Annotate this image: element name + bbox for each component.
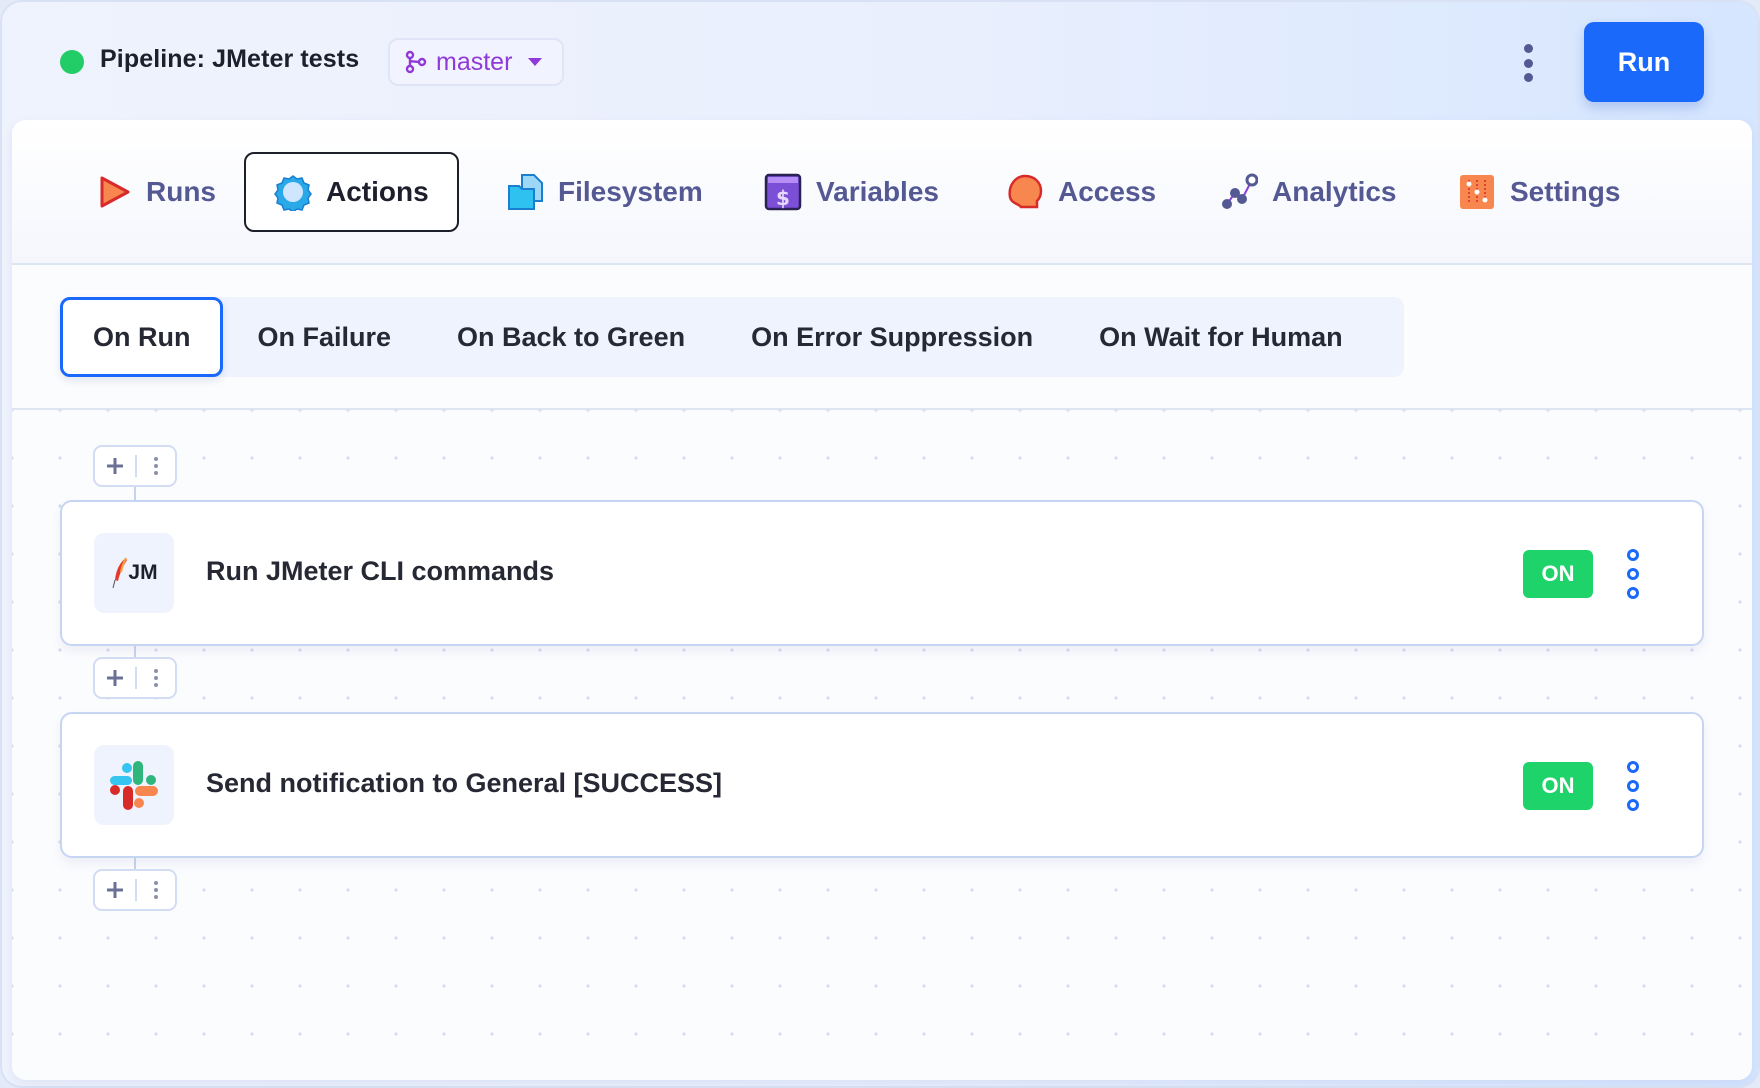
gear-icon	[274, 175, 312, 211]
insert-action-group	[93, 657, 177, 699]
insert-action-group	[93, 869, 177, 911]
tab-analytics[interactable]: Analytics	[1192, 152, 1425, 232]
tab-access[interactable]: Access	[978, 152, 1184, 232]
tab-variables[interactable]: $ Variables	[736, 152, 967, 232]
branch-label: master	[436, 47, 513, 76]
file-folder-icon	[508, 174, 543, 210]
subtab-on-run[interactable]: On Run	[60, 297, 224, 377]
action-status-toggle[interactable]: ON	[1523, 550, 1593, 598]
pipeline-status-indicator	[60, 50, 84, 74]
pipeline-title: Pipeline: JMeter tests	[100, 45, 360, 73]
action-menu-button[interactable]	[1621, 761, 1645, 811]
action-title: Run JMeter CLI commands	[206, 556, 555, 586]
add-action-button[interactable]	[95, 659, 135, 697]
kebab-icon	[1627, 761, 1639, 773]
tab-label: Variables	[816, 176, 939, 207]
connector-line	[134, 485, 136, 500]
insert-more-button[interactable]	[137, 669, 175, 687]
insert-more-button[interactable]	[137, 881, 175, 899]
branch-selector[interactable]: master	[388, 38, 565, 86]
subtab-on-failure[interactable]: On Failure	[257, 297, 391, 377]
add-action-button[interactable]	[95, 447, 135, 485]
tab-label: Runs	[146, 176, 216, 207]
plus-icon	[107, 670, 123, 686]
main-panel: Runs Actions Filesystem $ Variables Acce…	[12, 120, 1752, 1080]
app-window: Pipeline: JMeter tests master Run Runs A…	[0, 0, 1760, 1088]
play-icon	[100, 176, 130, 208]
action-menu-button[interactable]	[1621, 549, 1645, 599]
insert-more-button[interactable]	[137, 457, 175, 475]
sliders-icon	[1460, 175, 1494, 209]
git-branch-icon	[405, 50, 427, 74]
subtabs-section: On Run On Failure On Back to Green On Er…	[12, 265, 1752, 410]
tab-filesystem[interactable]: Filesystem	[478, 152, 731, 232]
subtab-on-back-to-green[interactable]: On Back to Green	[457, 297, 685, 377]
svg-text:$: $	[776, 186, 790, 210]
tab-label: Settings	[1510, 176, 1621, 207]
head-icon	[1008, 174, 1043, 209]
actions-canvas: JM Run JMeter CLI commands ON Send notif…	[12, 410, 1752, 1080]
plus-icon	[107, 882, 123, 898]
tab-label: Access	[1058, 176, 1157, 207]
dollar-icon: $	[764, 173, 802, 211]
trigger-subtabs: On Run On Failure On Back to Green On Er…	[60, 297, 1404, 377]
action-status-toggle[interactable]: ON	[1523, 762, 1593, 810]
action-title: Send notification to General [SUCCESS]	[206, 768, 723, 798]
kebab-icon	[1523, 44, 1533, 53]
tab-settings[interactable]: Settings	[1430, 152, 1648, 232]
add-action-button[interactable]	[95, 871, 135, 909]
chevron-down-icon	[528, 58, 543, 66]
plus-icon	[107, 458, 123, 474]
subtab-on-error-suppression[interactable]: On Error Suppression	[751, 297, 1033, 377]
subtab-on-wait-for-human[interactable]: On Wait for Human	[1099, 297, 1343, 377]
insert-action-group	[93, 445, 177, 487]
main-tabs: Runs Actions Filesystem $ Variables Acce…	[12, 120, 1752, 265]
more-options-button[interactable]	[1518, 40, 1538, 86]
tab-runs[interactable]: Runs	[66, 152, 244, 232]
tab-label: Actions	[326, 176, 429, 207]
tab-label: Analytics	[1272, 176, 1397, 207]
run-button[interactable]: Run	[1584, 22, 1704, 102]
jmeter-icon: JM	[94, 533, 174, 613]
analytics-icon	[1222, 173, 1258, 209]
tab-label: Filesystem	[558, 176, 703, 207]
slack-icon	[94, 745, 174, 825]
tab-actions[interactable]: Actions	[244, 152, 459, 232]
kebab-icon	[1627, 549, 1639, 561]
action-card[interactable]: JM Run JMeter CLI commands ON	[60, 500, 1704, 646]
action-card[interactable]: Send notification to General [SUCCESS] O…	[60, 712, 1704, 858]
